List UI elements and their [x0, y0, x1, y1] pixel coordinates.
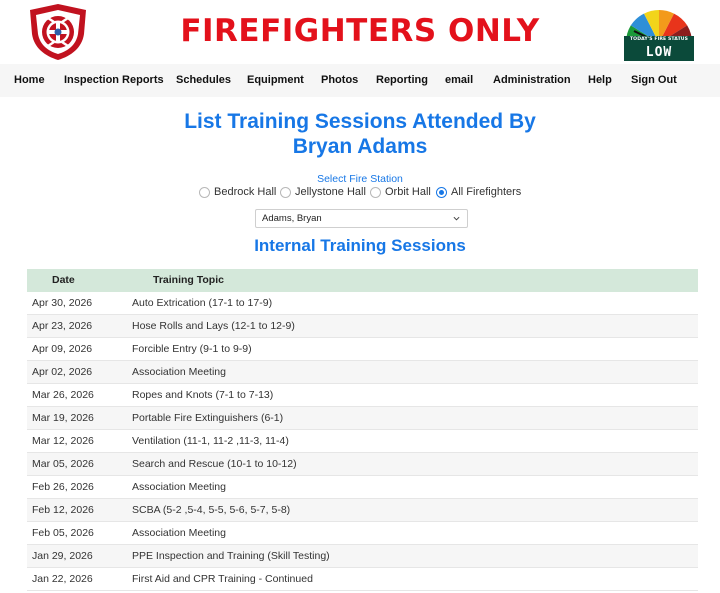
table-row[interactable]: Mar 26, 2026 Ropes and Knots (7-1 to 7-1…	[27, 384, 698, 407]
table-row[interactable]: Mar 05, 2026 Search and Rescue (10-1 to …	[27, 453, 698, 476]
nav-home[interactable]: Home	[14, 64, 45, 97]
row-date: Apr 09, 2026	[32, 343, 93, 355]
station-radio-all-firefighters-label[interactable]: All Firefighters	[451, 186, 521, 199]
row-date: Mar 19, 2026	[32, 412, 94, 424]
row-topic: First Aid and CPR Training - Continued	[132, 573, 313, 585]
row-topic: PPE Inspection and Training (Skill Testi…	[132, 550, 330, 562]
station-radio-group: Bedrock Hall Jellystone Hall Orbit Hall …	[0, 186, 720, 200]
row-topic: SCBA (5-2 ,5-4, 5-5, 5-6, 5-7, 5-8)	[132, 504, 291, 516]
sessions-section-title: Internal Training Sessions	[254, 236, 466, 255]
row-date: Mar 05, 2026	[32, 458, 94, 470]
row-date: Feb 05, 2026	[32, 527, 94, 539]
station-radio-orbit-label[interactable]: Orbit Hall	[385, 186, 431, 199]
row-date: Mar 12, 2026	[32, 435, 94, 447]
main-nav: Home Inspection Reports Schedules Equipm…	[0, 64, 720, 97]
station-radio-jellystone-label[interactable]: Jellystone Hall	[295, 186, 366, 199]
column-header-date[interactable]: Date	[52, 269, 75, 292]
row-date: Feb 12, 2026	[32, 504, 94, 516]
page-title-line-2: Bryan Adams	[292, 135, 428, 158]
row-topic: Search and Rescue (10-1 to 10-12)	[132, 458, 297, 470]
table-row[interactable]: Jan 22, 2026 First Aid and CPR Training …	[27, 568, 698, 591]
fire-status-caption: TODAY'S FIRE STATUS	[629, 37, 689, 42]
nav-equipment[interactable]: Equipment	[247, 64, 304, 97]
nav-sign-out[interactable]: Sign Out	[631, 64, 677, 97]
row-topic: Auto Extrication (17-1 to 17-9)	[132, 297, 273, 309]
page-title-line-1: List Training Sessions Attended By	[184, 110, 536, 133]
table-row[interactable]: Feb 12, 2026 SCBA (5-2 ,5-4, 5-5, 5-6, 5…	[27, 499, 698, 522]
firefighter-select[interactable]: Adams, Bryan	[255, 209, 468, 228]
column-header-topic[interactable]: Training Topic	[153, 269, 224, 292]
row-date: Feb 26, 2026	[32, 481, 94, 493]
row-date: Apr 30, 2026	[32, 297, 93, 309]
table-row[interactable]: Feb 05, 2026 Association Meeting	[27, 522, 698, 545]
row-date: Jan 22, 2026	[32, 573, 93, 585]
nav-help[interactable]: Help	[588, 64, 612, 97]
table-row[interactable]: Apr 30, 2026 Auto Extrication (17-1 to 1…	[27, 292, 698, 315]
nav-schedules[interactable]: Schedules	[176, 64, 231, 97]
table-row[interactable]: Apr 02, 2026 Association Meeting	[27, 361, 698, 384]
row-topic: Association Meeting	[132, 481, 226, 493]
table-row[interactable]: Apr 09, 2026 Forcible Entry (9-1 to 9-9)	[27, 338, 698, 361]
row-date: Jan 29, 2026	[32, 550, 93, 562]
station-radio-jellystone[interactable]	[280, 187, 291, 198]
row-topic: Portable Fire Extinguishers (6-1)	[132, 412, 284, 424]
chevron-down-icon	[453, 216, 460, 221]
table-row[interactable]: Mar 12, 2026 Ventilation (11-1, 11-2 ,11…	[27, 430, 698, 453]
nav-photos[interactable]: Photos	[321, 64, 358, 97]
station-radio-orbit[interactable]	[370, 187, 381, 198]
row-topic: Hose Rolls and Lays (12-1 to 12-9)	[132, 320, 295, 332]
station-radio-all-firefighters[interactable]	[436, 187, 447, 198]
row-date: Mar 26, 2026	[32, 389, 94, 401]
fire-status-level: LOW	[645, 45, 673, 60]
table-row[interactable]: Apr 23, 2026 Hose Rolls and Lays (12-1 t…	[27, 315, 698, 338]
site-header: FIREFIGHTERS ONLY TODAY'S FIRE STATUS LO…	[0, 0, 720, 64]
row-topic: Ropes and Knots (7-1 to 7-13)	[132, 389, 274, 401]
nav-reporting[interactable]: Reporting	[376, 64, 428, 97]
row-topic: Ventilation (11-1, 11-2 ,11-3, 11-4)	[132, 435, 289, 447]
page-title: List Training Sessions Attended By Bryan…	[0, 109, 720, 159]
row-date: Apr 02, 2026	[32, 366, 93, 378]
station-radio-bedrock-label[interactable]: Bedrock Hall	[214, 186, 276, 199]
firefighter-select-value: Adams, Bryan	[262, 213, 322, 224]
row-topic: Association Meeting	[132, 366, 226, 378]
nav-inspection-reports[interactable]: Inspection Reports	[64, 64, 164, 97]
nav-administration[interactable]: Administration	[493, 64, 571, 97]
table-header: Date Training Topic	[27, 269, 698, 292]
table-row[interactable]: Mar 19, 2026 Portable Fire Extinguishers…	[27, 407, 698, 430]
station-radio-bedrock[interactable]	[199, 187, 210, 198]
row-topic: Association Meeting	[132, 527, 226, 539]
table-row[interactable]: Feb 26, 2026 Association Meeting	[27, 476, 698, 499]
station-select-label: Select Fire Station	[317, 173, 403, 185]
nav-email[interactable]: email	[445, 64, 473, 97]
training-sessions-table: Date Training Topic Apr 30, 2026 Auto Ex…	[27, 269, 698, 591]
row-date: Apr 23, 2026	[32, 320, 93, 332]
table-row[interactable]: Jan 29, 2026 PPE Inspection and Training…	[27, 545, 698, 568]
site-title: FIREFIGHTERS ONLY	[180, 13, 540, 49]
row-topic: Forcible Entry (9-1 to 9-9)	[132, 343, 252, 355]
